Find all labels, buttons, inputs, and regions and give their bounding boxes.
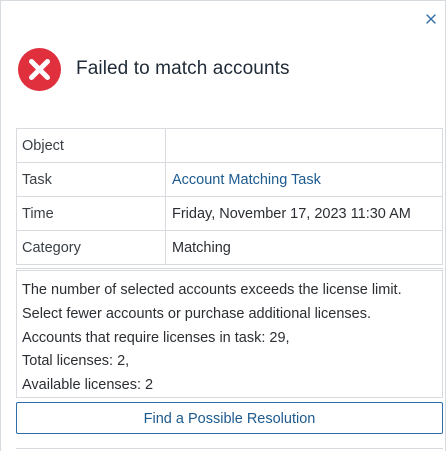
table-row-category: Category Matching (16, 230, 443, 265)
find-resolution-button[interactable]: Find a Possible Resolution (16, 402, 443, 434)
close-icon[interactable] (423, 11, 439, 27)
error-icon (17, 47, 62, 92)
task-label: Task (16, 162, 166, 197)
task-cell: Account Matching Task (165, 162, 443, 197)
details-table: Object Task Account Matching Task Time F… (16, 128, 443, 265)
object-label: Object (16, 128, 166, 163)
close-button[interactable] (423, 11, 439, 27)
error-message: The number of selected accounts exceeds … (16, 268, 443, 398)
object-value (165, 128, 443, 163)
message-line: Select fewer accounts or purchase additi… (22, 305, 371, 322)
table-row-object: Object (16, 128, 443, 163)
message-line: Total licenses: 2, (22, 353, 130, 370)
category-value: Matching (165, 230, 443, 265)
time-label: Time (16, 196, 166, 231)
dialog-header: Failed to match accounts (16, 45, 290, 93)
message-line: Available licenses: 2 (22, 377, 154, 394)
dialog-title: Failed to match accounts (76, 58, 290, 79)
divider (16, 448, 443, 452)
table-row-task: Task Account Matching Task (16, 162, 443, 197)
message-line: The number of selected accounts exceeds … (22, 282, 402, 298)
error-dialog: Failed to match accounts Object Task Acc… (0, 0, 446, 451)
task-link[interactable]: Account Matching Task (172, 172, 321, 188)
table-row-time: Time Friday, November 17, 2023 11:30 AM (16, 196, 443, 231)
category-label: Category (16, 230, 166, 265)
time-value: Friday, November 17, 2023 11:30 AM (165, 196, 443, 231)
message-line: Accounts that require licenses in task: … (22, 329, 290, 346)
